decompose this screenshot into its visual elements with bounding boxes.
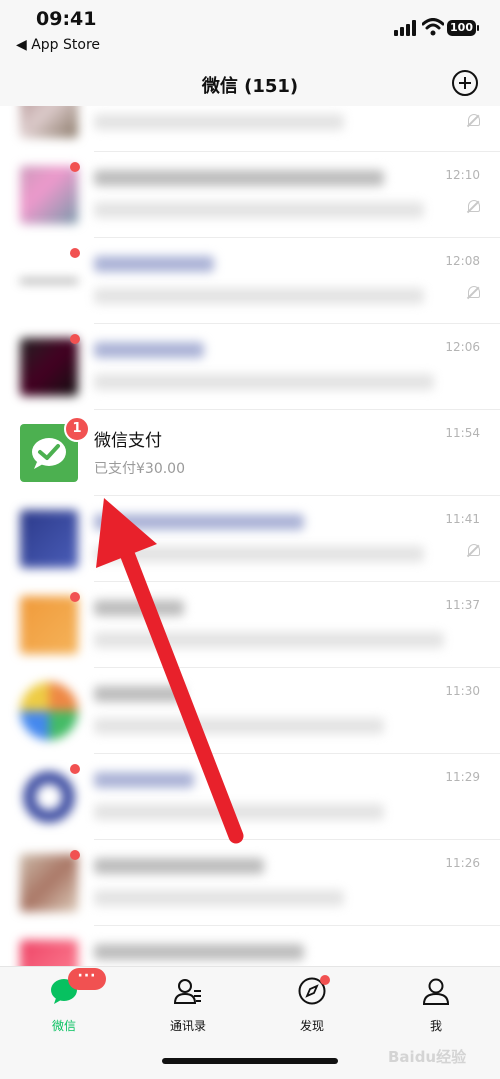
blurred-name [94,772,194,788]
blurred-preview [94,546,424,562]
chat-time: 11:41 [445,512,480,526]
chat-row-wechat-pay[interactable]: 1 微信支付 已支付¥30.00 11:54 [0,410,500,496]
chat-row[interactable]: 11:26 [0,840,500,926]
mute-bell-icon [468,286,480,298]
chat-avatar [20,682,78,740]
blurred-preview [94,202,424,218]
chat-avatar [20,596,78,654]
tab-contacts[interactable]: 通讯录 [138,977,238,1037]
blurred-preview [94,632,444,648]
status-time: 09:41 [36,8,97,30]
blurred-name [94,600,184,616]
blurred-name [94,342,204,358]
chat-row[interactable]: 11:29 [0,754,500,840]
chat-avatar [20,768,78,826]
unread-dot [70,248,80,258]
unread-count-badge: 1 [64,416,90,442]
unread-dot [70,162,80,172]
chat-time: 11:26 [445,856,480,870]
chat-time: 11:54 [445,426,480,440]
signal-icon [394,20,416,36]
contacts-icon [174,979,201,1004]
blurred-name [94,514,304,530]
battery-tip [477,25,479,31]
mute-bell-icon [468,114,480,126]
chat-list[interactable]: 12:10 12:08 12:06 1 微信支付 已支付¥30.00 11:54… [0,106,500,966]
tab-me-label: 我 [429,1019,442,1033]
mute-bell-icon [468,544,480,556]
blurred-name [94,858,264,874]
chat-row[interactable]: 11:41 [0,496,500,582]
chat-avatar [20,510,78,568]
chat-time: 12:10 [445,168,480,182]
blurred-name [94,170,384,186]
unread-dot [70,850,80,860]
chat-row[interactable]: 11:37 [0,582,500,668]
mute-bell-icon [468,200,480,212]
wifi-icon [422,18,444,36]
person-icon [422,978,450,1005]
chat-time: 11:30 [445,684,480,698]
unread-dot [70,764,80,774]
chat-avatar [20,252,78,310]
chat-time: 12:08 [445,254,480,268]
page-title: 微信 (151) [201,76,299,97]
chat-avatar [20,106,78,138]
watermark: Baidu经验 [388,1048,467,1066]
status-bar: 09:41 ◀ App Store 100 [0,0,500,62]
chats-tab-badge: ··· [68,968,106,990]
discover-unread-dot [320,975,330,985]
add-plus-icon[interactable] [452,70,478,96]
tab-discover[interactable]: 发现 [262,975,362,1037]
blurred-name [94,686,184,702]
chat-name: 微信支付 [94,431,162,451]
blurred-name [94,256,214,272]
tab-discover-label: 发现 [299,1019,324,1033]
chat-row[interactable] [0,926,500,966]
home-indicator[interactable] [162,1058,338,1064]
back-to-app-store-link[interactable]: ◀ App Store [16,37,100,53]
blurred-preview [94,890,344,906]
blurred-name [94,944,304,960]
battery-icon: 100 [447,20,476,36]
chat-avatar [20,854,78,912]
chat-row[interactable]: 12:06 [0,324,500,410]
navigation-header: 微信 (151) [0,62,500,106]
chat-avatar [20,338,78,396]
chat-avatar [20,166,78,224]
chat-avatar [20,940,78,966]
chat-preview: 已支付¥30.00 [94,461,185,477]
chat-row[interactable]: 12:10 [0,152,500,238]
chat-row[interactable]: 11:30 [0,668,500,754]
chat-time: 12:06 [445,340,480,354]
blurred-preview [94,374,434,390]
chat-row[interactable] [0,106,500,152]
tab-me[interactable]: 我 [386,977,486,1037]
chat-time: 11:37 [445,598,480,612]
blurred-preview [94,718,384,734]
chat-time: 11:29 [445,770,480,784]
chat-row[interactable]: 12:08 [0,238,500,324]
unread-dot [70,334,80,344]
unread-dot [70,592,80,602]
tab-chats-label: 微信 [51,1019,76,1033]
blurred-preview [94,804,384,820]
tab-contacts-label: 通讯录 [169,1019,206,1033]
blurred-preview [94,114,344,130]
blurred-preview [94,288,424,304]
